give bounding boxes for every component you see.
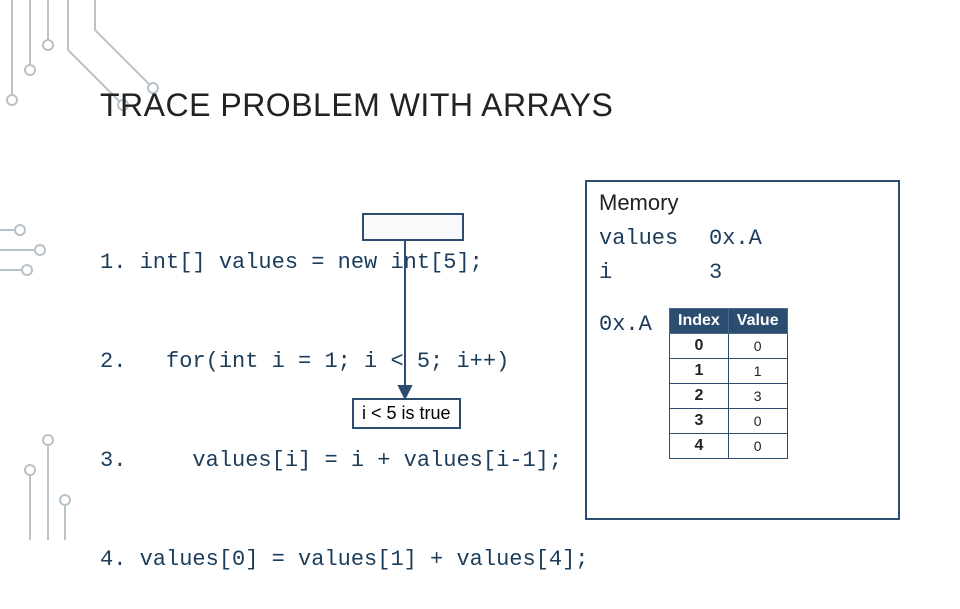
memory-var-row: values0x.A bbox=[599, 222, 886, 256]
array-address-label: 0x.A bbox=[599, 308, 669, 337]
table-row: 00 bbox=[670, 334, 788, 359]
page-title: TRACE PROBLEM WITH ARRAYS bbox=[100, 87, 613, 124]
memory-panel: Memory values0x.A i3 0x.A Index Value 00… bbox=[585, 180, 900, 520]
code-highlight-box bbox=[362, 213, 464, 241]
table-row: 11 bbox=[670, 359, 788, 384]
table-row: 40 bbox=[670, 434, 788, 459]
memory-heading: Memory bbox=[599, 190, 886, 216]
table-row: 30 bbox=[670, 409, 788, 434]
code-block: 1. int[] values = new int[5]; 2. for(int… bbox=[100, 180, 588, 609]
callout-box: i < 5 is true bbox=[352, 398, 461, 429]
arrow bbox=[395, 240, 415, 398]
array-table: Index Value 00 11 23 30 40 bbox=[669, 308, 788, 459]
memory-var-row: i3 bbox=[599, 256, 886, 290]
table-row: 23 bbox=[670, 384, 788, 409]
